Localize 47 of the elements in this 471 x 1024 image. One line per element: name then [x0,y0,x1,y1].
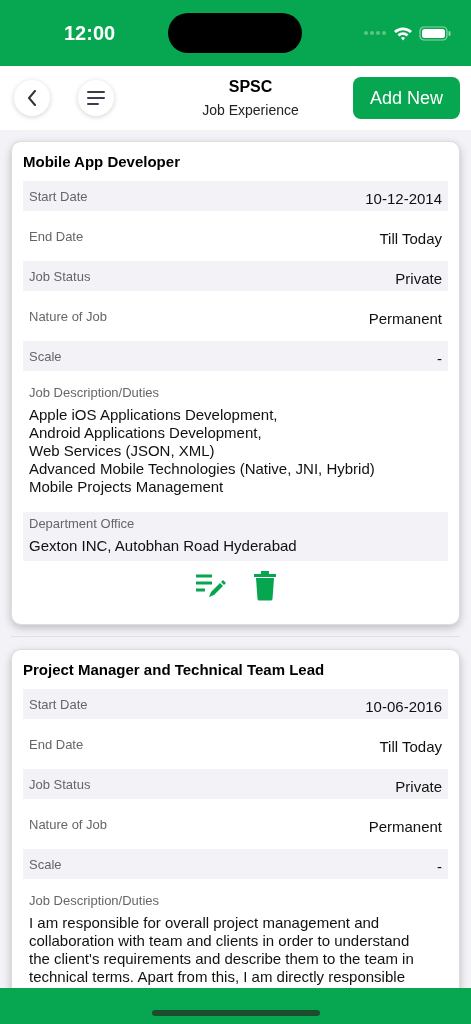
status-time: 12:00 [64,21,117,45]
signal-icon [363,30,387,36]
battery-icon [419,25,451,41]
back-icon [27,90,37,106]
field-label: End Date [29,228,84,244]
field-label: End Date [29,736,84,752]
page-title: SPSC [228,78,273,96]
field-value: Permanent [368,816,442,835]
field-value: 10-06-2016 [365,696,442,715]
field-value: Till Today [379,228,442,247]
back-button[interactable] [14,80,50,116]
field-label: Department Office [29,516,136,531]
field-label: Nature of Job [29,308,108,324]
add-new-button[interactable]: Add New [353,77,460,119]
field-label: Scale [29,856,62,872]
field-value: Till Today [379,736,442,755]
field-value: Private [395,776,442,795]
field-value: Permanent [368,308,442,327]
description-line: collaboration with team and clients in order to understand [29,932,411,950]
field-label: Job Description/Duties [29,385,161,400]
field-value: - [437,348,442,367]
field-value: Gexton INC, Autobhan Road Hyderabad [29,537,298,555]
field-label: Start Date [29,188,88,204]
description-line: Advanced Mobile Technologies (Native, JNI, Hybrid) [29,460,376,478]
menu-icon [87,91,105,105]
description-line: Apple iOS Applications Development, [29,406,279,424]
menu-button[interactable] [78,80,114,116]
page-subtitle: Job Experience [202,102,299,118]
field-label: Job Description/Duties [29,893,161,908]
field-value: - [437,856,442,875]
description-line: technical terms. Apart from this, I am directly responsible [29,968,406,986]
description-line: the client's requirements and describe them to the team in [29,950,415,968]
field-label: Job Status [29,268,91,284]
wifi-icon [393,25,413,41]
field-value: Private [395,268,442,287]
description-line: Mobile Projects Management [29,478,225,496]
job-title: Project Manager and Technical Team Lead [23,661,326,678]
field-label: Scale [29,348,62,364]
field-label: Job Status [29,776,91,792]
field-label: Nature of Job [29,816,108,832]
description-line: Android Applications Development, [29,424,263,442]
description-line: Web Services (JSON, XML) [29,442,216,460]
field-value: 10-12-2014 [365,188,442,207]
description-line: I am responsible for overall project management and [29,914,381,932]
field-label: Start Date [29,696,88,712]
delete-button[interactable] [252,571,277,604]
job-title: Mobile App Developer [23,153,181,170]
